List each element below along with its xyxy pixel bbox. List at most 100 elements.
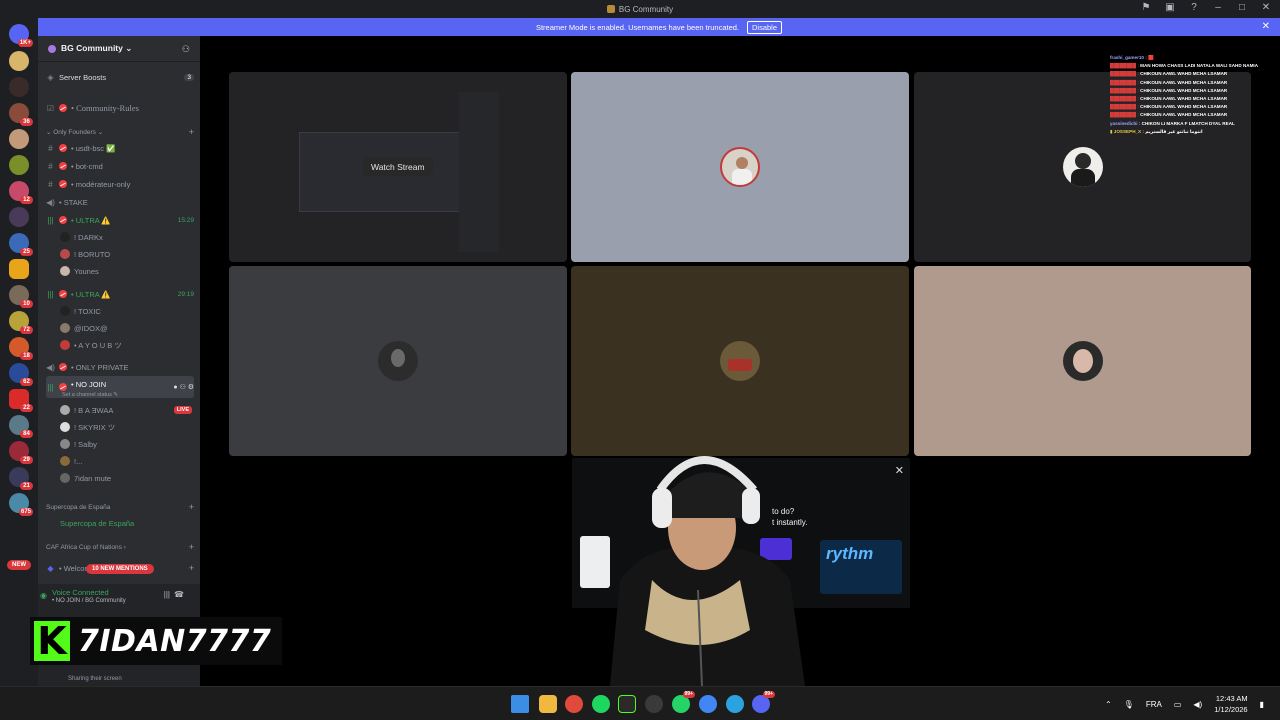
voice-user[interactable]: ! TOXIC: [60, 304, 194, 318]
microphone-icon[interactable]: 🎙: [1124, 700, 1134, 709]
server-icon[interactable]: 29: [9, 441, 33, 464]
voice-user[interactable]: !...: [60, 454, 194, 468]
server-icon[interactable]: 22: [9, 389, 33, 412]
server-icon[interactable]: 12: [9, 181, 33, 204]
new-servers-pill[interactable]: NEW: [7, 560, 31, 570]
voice-channel-ultra[interactable]: ||| • ULTRA ⚠️ 15:29: [46, 212, 194, 228]
add-channel-icon[interactable]: +: [189, 563, 194, 573]
home-button[interactable]: 1K+: [9, 24, 33, 47]
server-icon[interactable]: 62: [9, 363, 33, 386]
channel-actions-icons[interactable]: ● ⚇ ⚙: [173, 383, 194, 391]
discord-icon[interactable]: 99+: [752, 691, 775, 713]
channel-supercopa[interactable]: Supercopa de España: [60, 515, 194, 531]
app-icon[interactable]: [645, 695, 663, 713]
close-window-icon[interactable]: ✕: [1260, 2, 1272, 14]
no-entry-icon: [59, 290, 67, 298]
inbox-icon[interactable]: ⚑: [1140, 2, 1152, 14]
server-icon[interactable]: 10: [9, 285, 33, 308]
app-icon[interactable]: [618, 695, 636, 713]
channel-usdt-bsc[interactable]: # • usdt-bsc ✅: [46, 140, 194, 156]
server-icon[interactable]: 18: [9, 337, 33, 360]
stream-tile-screen[interactable]: Watch Stream: [229, 72, 567, 262]
hashtag-icon: #: [48, 161, 53, 171]
voice-user[interactable]: ! B A ƎWAA LIVE: [60, 403, 194, 417]
channel-moderateur-only[interactable]: # • modérateur-only: [46, 176, 194, 192]
maximize-icon[interactable]: □: [1236, 2, 1248, 14]
participant-tile[interactable]: [571, 266, 909, 456]
server-icon[interactable]: [9, 259, 29, 279]
language-indicator[interactable]: FRA: [1146, 700, 1162, 709]
guild-header[interactable]: BG Community ⌄ ⚇: [38, 36, 200, 62]
category-only-founders[interactable]: ⌄ Only Founders ⌄ +: [46, 124, 194, 140]
voice-user[interactable]: • A Y O U B ツ: [60, 338, 194, 352]
notifications-icon[interactable]: ▮: [1260, 700, 1264, 709]
participant-tile[interactable]: [914, 266, 1251, 456]
disable-streamer-mode-button[interactable]: Disable: [747, 20, 783, 34]
help-icon[interactable]: ?: [1188, 2, 1200, 14]
chat-line: yassinedichi : CHIKON LI MARKA F LMATCH …: [1110, 120, 1235, 126]
start-button[interactable]: [511, 695, 529, 713]
new-mentions-pill[interactable]: 10 NEW MENTIONS: [86, 564, 154, 574]
clock[interactable]: 12:43 AM 1/12/2026: [1214, 693, 1247, 715]
chrome-icon[interactable]: [565, 695, 583, 713]
voice-user[interactable]: ! Salby: [60, 437, 194, 451]
add-channel-icon[interactable]: +: [189, 542, 194, 552]
add-channel-icon[interactable]: +: [189, 127, 194, 137]
disconnect-icon[interactable]: ☎: [174, 590, 184, 599]
category-supercopa[interactable]: Supercopa de España +: [46, 499, 194, 515]
minimize-icon[interactable]: –: [1212, 2, 1224, 14]
channel-bot-cmd[interactable]: # • bot-cmd: [46, 158, 194, 174]
spotify-icon[interactable]: [592, 695, 610, 713]
server-icon[interactable]: [9, 51, 29, 71]
category-caf[interactable]: CAF Africa Cup of Nations › +: [46, 539, 194, 555]
voice-user[interactable]: ! SKYRIX ツ: [60, 420, 194, 434]
voice-active-icon: |||: [47, 215, 54, 225]
voice-status[interactable]: Voice Connected: [52, 588, 109, 597]
avatar: [60, 232, 70, 242]
server-icon[interactable]: 36: [9, 103, 33, 126]
close-popup-icon[interactable]: ✕: [895, 464, 904, 477]
participant-tile[interactable]: [229, 266, 567, 456]
channel-stake[interactable]: ◀) • STAKE: [46, 194, 194, 210]
server-icon[interactable]: 84: [9, 415, 33, 438]
channel-status[interactable]: Set a channel status ✎: [62, 392, 118, 398]
participant-avatar: [378, 341, 418, 381]
voice-channel-only-private[interactable]: ◀) • ONLY PRIVATE: [46, 359, 194, 375]
screen-share-icon[interactable]: ▣: [1164, 2, 1176, 14]
stream-chat-overlay: frashi_gamer10 : 🟥 ████████ : MAN HOWA C…: [1110, 54, 1260, 136]
participant-avatar: [1062, 341, 1103, 381]
telegram-icon[interactable]: [726, 695, 744, 713]
channel-community-rules[interactable]: ☑ • Community-Rules: [46, 100, 194, 116]
no-entry-icon: [59, 180, 67, 188]
stream-preview-panel: [459, 92, 499, 252]
add-channel-icon[interactable]: +: [189, 502, 194, 512]
file-explorer-icon[interactable]: [539, 695, 557, 713]
participant-tile[interactable]: [571, 72, 909, 262]
speaker-icon: ◀): [46, 197, 55, 207]
voice-channel-ultra-2[interactable]: ||| • ULTRA ⚠️ 29:19: [46, 286, 194, 302]
voice-user[interactable]: @IDOX@: [60, 321, 194, 335]
server-icon[interactable]: 25: [9, 233, 33, 256]
server-icon[interactable]: [9, 129, 29, 149]
voice-user[interactable]: ! BORUTO: [60, 247, 194, 261]
invite-people-icon[interactable]: ⚇: [182, 44, 190, 55]
close-banner-icon[interactable]: ✕: [1262, 21, 1270, 32]
server-icon[interactable]: [9, 77, 29, 97]
chevron-up-icon[interactable]: ⌃: [1105, 700, 1112, 709]
voice-user[interactable]: ! DARKx: [60, 230, 194, 244]
chrome-icon[interactable]: [699, 695, 717, 713]
volume-icon[interactable]: ◀): [1193, 700, 1202, 709]
server-icon[interactable]: 72: [9, 311, 33, 334]
channel-sidebar: BG Community ⌄ ⚇ ◈ Server Boosts 3 ☑ • C…: [38, 36, 200, 686]
voice-user[interactable]: 7idan mute: [60, 471, 194, 485]
server-icon[interactable]: [9, 155, 29, 175]
server-icon[interactable]: 21: [9, 467, 33, 490]
server-icon[interactable]: 675: [9, 493, 33, 516]
watch-stream-button[interactable]: Watch Stream: [363, 158, 433, 176]
voice-user[interactable]: Younes: [60, 264, 194, 278]
server-icon[interactable]: [9, 207, 29, 227]
server-boosts-row[interactable]: ◈ Server Boosts 3: [46, 69, 194, 85]
network-icon[interactable]: ▭: [1174, 700, 1182, 709]
whatsapp-icon[interactable]: 99+: [672, 691, 695, 713]
noise-suppression-icon[interactable]: |||: [164, 590, 170, 599]
